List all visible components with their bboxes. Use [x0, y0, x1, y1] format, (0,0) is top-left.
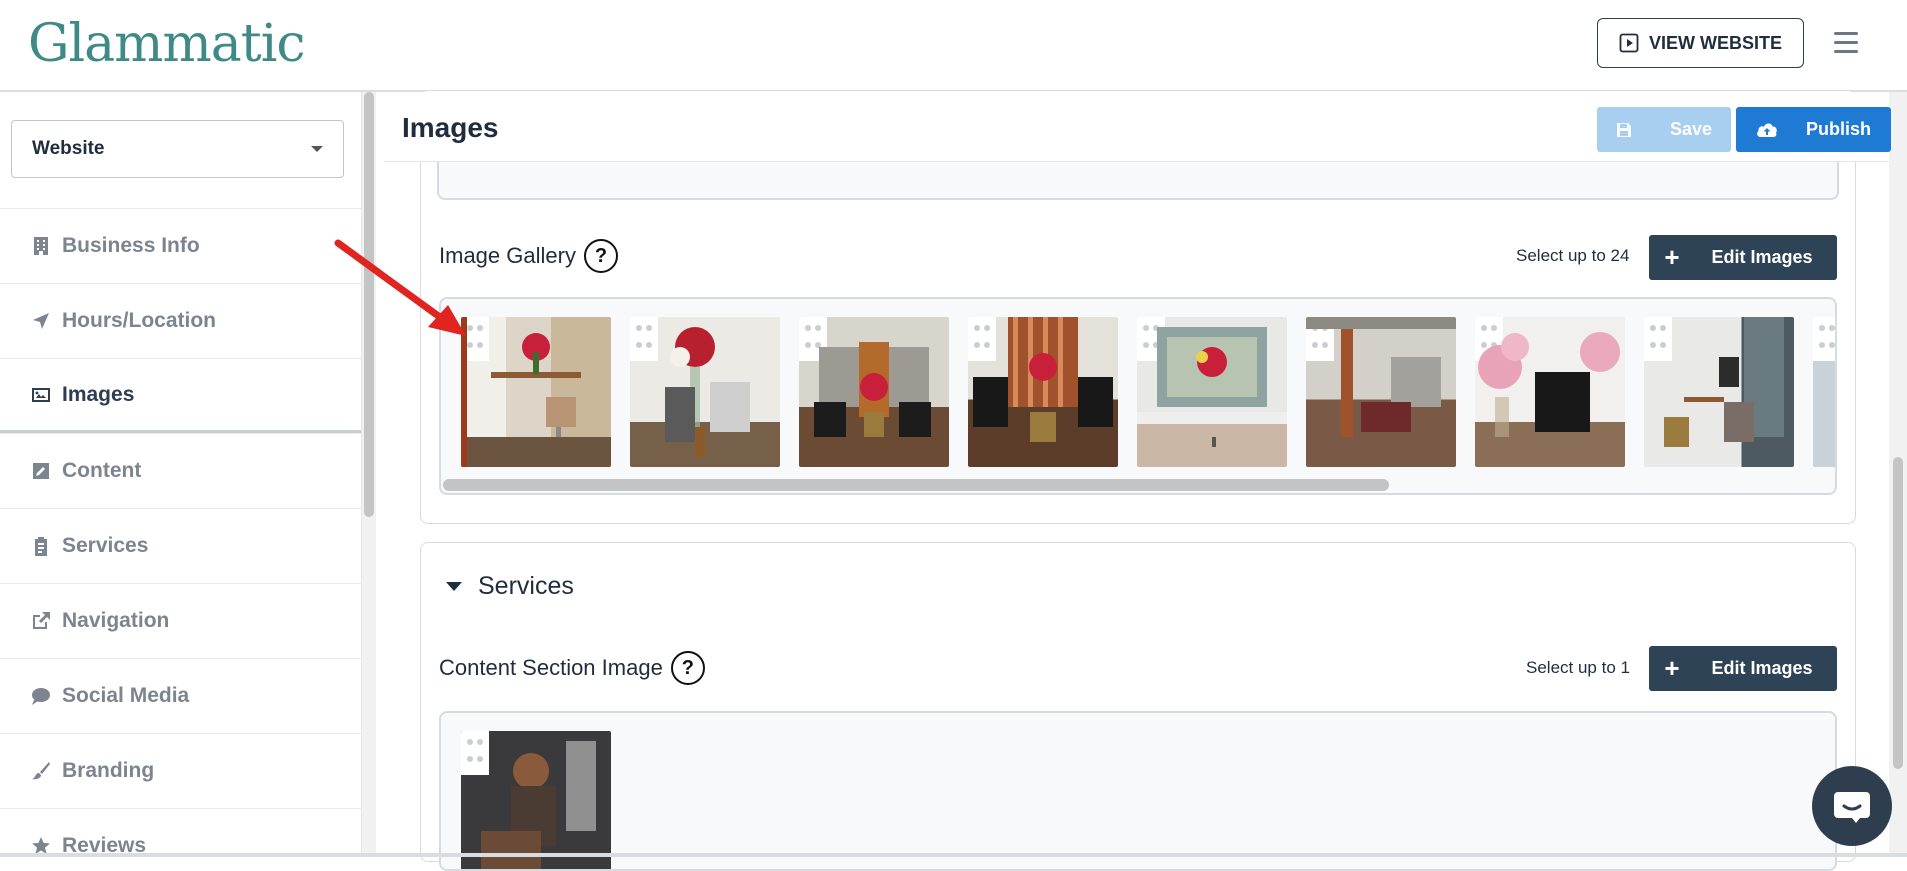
- view-website-button[interactable]: VIEW WEBSITE: [1597, 18, 1804, 68]
- gallery-image[interactable]: [1644, 317, 1794, 467]
- gallery-image[interactable]: [968, 317, 1118, 467]
- external-link-icon: [30, 610, 52, 632]
- main-scroll-thumb[interactable]: [1893, 457, 1903, 769]
- sidebar-item-images[interactable]: Images: [0, 358, 361, 433]
- gallery-image[interactable]: [1306, 317, 1456, 467]
- plus-icon: +: [1664, 242, 1680, 272]
- edit-icon: [30, 460, 52, 482]
- play-square-icon: [1619, 33, 1639, 53]
- top-bar: Glammatic VIEW WEBSITE: [0, 0, 1907, 92]
- gallery-image[interactable]: [630, 317, 780, 467]
- gallery-image[interactable]: [461, 317, 611, 467]
- content-image-box: [439, 711, 1837, 871]
- building-icon: [30, 235, 52, 257]
- save-label: Save: [1669, 119, 1713, 139]
- sidebar-scrollbar[interactable]: [362, 92, 376, 857]
- hamburger-menu-icon[interactable]: [1834, 32, 1858, 54]
- clipboard-icon: [30, 535, 52, 557]
- gallery-image[interactable]: [799, 317, 949, 467]
- sidebar-item-label: Images: [62, 382, 135, 406]
- gallery-edit-images-button[interactable]: + Edit Images: [1649, 235, 1837, 280]
- sidebar-item-label: Branding: [62, 759, 155, 782]
- sidebar-scroll-thumb[interactable]: [364, 92, 374, 517]
- sidebar-item-content[interactable]: Content: [0, 433, 361, 508]
- sidebar-item-business-info[interactable]: Business Info: [0, 208, 361, 283]
- help-icon[interactable]: ?: [670, 651, 705, 685]
- save-button[interactable]: Save: [1597, 107, 1731, 152]
- image-gallery-label-row: Image Gallery ?: [439, 239, 618, 273]
- main-scrollbar[interactable]: [1889, 92, 1907, 857]
- glammatic-logo[interactable]: Glammatic: [28, 14, 305, 74]
- sidebar: Website Business Info Hours/Location Ima…: [0, 92, 362, 857]
- save-icon: [1616, 122, 1631, 137]
- edit-images-label: Edit Images: [1711, 247, 1813, 267]
- sidebar-item-branding[interactable]: Branding: [0, 733, 361, 808]
- sidebar-item-reviews[interactable]: Reviews: [0, 808, 361, 857]
- sidebar-item-services[interactable]: Services: [0, 508, 361, 583]
- help-icon[interactable]: ?: [583, 239, 618, 273]
- publish-button[interactable]: Publish: [1736, 107, 1891, 152]
- bottom-divider: [0, 853, 1907, 857]
- sidebar-item-label: Services: [62, 534, 149, 557]
- paint-brush-icon: [30, 760, 52, 782]
- gallery-thumbnails: [461, 317, 1835, 467]
- content-select-limit: Select up to 1: [1526, 658, 1630, 677]
- chat-button[interactable]: [1812, 766, 1892, 846]
- view-website-label: VIEW WEBSITE: [1648, 32, 1782, 53]
- sidebar-item-label: Business Info: [62, 234, 200, 257]
- gallery-image[interactable]: [1813, 317, 1835, 467]
- section-select-value: Website: [32, 138, 105, 159]
- sidebar-nav: Business Info Hours/Location Images Cont…: [0, 208, 361, 857]
- content-edit-images-button[interactable]: + Edit Images: [1649, 646, 1837, 691]
- gallery-image[interactable]: [1137, 317, 1287, 467]
- image-icon: [30, 384, 52, 406]
- caret-down-icon: [446, 582, 462, 591]
- content-image[interactable]: [461, 731, 611, 869]
- location-arrow-icon: [30, 310, 52, 332]
- sidebar-item-social-media[interactable]: Social Media: [0, 658, 361, 733]
- caret-down-icon: [311, 146, 323, 152]
- sidebar-item-navigation[interactable]: Navigation: [0, 583, 361, 658]
- sidebar-item-label: Social Media: [62, 684, 190, 707]
- image-gallery-label: Image Gallery: [439, 243, 576, 268]
- image-gallery: [439, 297, 1837, 495]
- services-toggle[interactable]: Services: [446, 572, 574, 601]
- sidebar-item-label: Content: [62, 459, 142, 482]
- services-title: Services: [478, 572, 574, 600]
- section-select[interactable]: Website: [11, 120, 344, 178]
- content-section-image-label-row: Content Section Image ?: [439, 651, 705, 685]
- plus-icon: +: [1664, 653, 1680, 683]
- sidebar-item-label: Hours/Location: [62, 309, 217, 332]
- sidebar-item-label: Navigation: [62, 609, 170, 632]
- chat-icon: [1834, 792, 1870, 823]
- page-title: Images: [402, 112, 499, 143]
- sidebar-item-hours-location[interactable]: Hours/Location: [0, 283, 361, 358]
- main-header: Images Save Publish: [384, 92, 1891, 162]
- drag-handle-icon[interactable]: [1813, 317, 1835, 361]
- content-section-image-label: Content Section Image: [439, 655, 663, 680]
- edit-images-label: Edit Images: [1711, 658, 1813, 678]
- comment-icon: [30, 685, 52, 707]
- gallery-select-limit: Select up to 24: [1516, 246, 1630, 265]
- cloud-upload-icon: [1757, 123, 1777, 137]
- gallery-image[interactable]: [1475, 317, 1625, 467]
- publish-label: Publish: [1805, 119, 1871, 139]
- gallery-scrollbar[interactable]: [443, 479, 1389, 491]
